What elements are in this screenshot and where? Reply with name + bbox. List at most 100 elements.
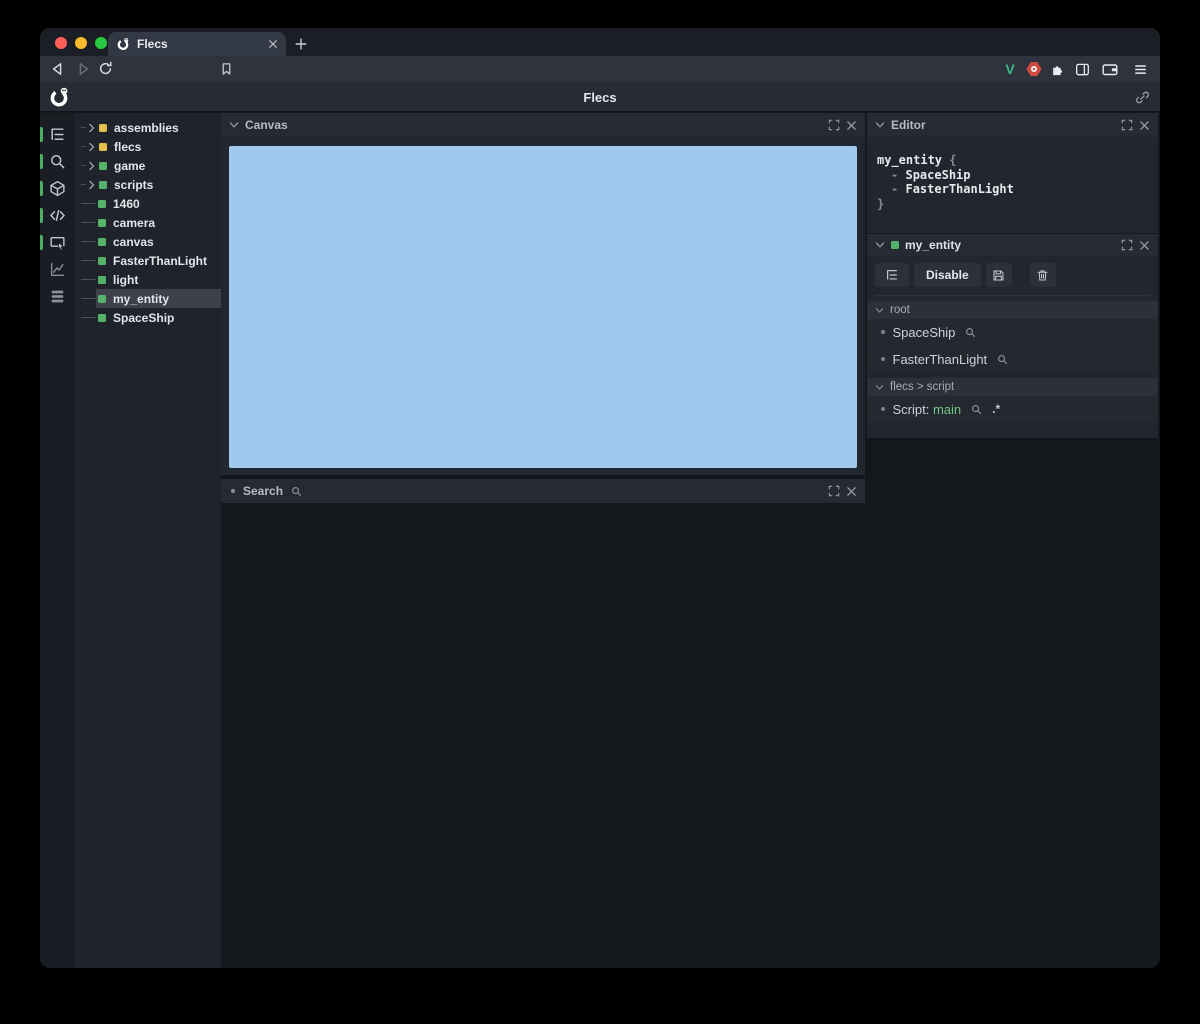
forward-icon[interactable] [75,61,91,77]
chevron-down-icon[interactable] [875,241,885,249]
search-panel-header: Search [221,479,865,503]
extensions-puzzle-icon[interactable] [1050,61,1066,77]
collapsed-dot-icon[interactable] [231,489,235,493]
section-header-flecs-script[interactable]: flecs > script [867,378,1158,396]
close-icon[interactable] [1139,240,1150,251]
tree-item-spaceship[interactable]: SpaceShip [75,308,221,327]
fullscreen-icon[interactable] [1121,119,1133,131]
rail-queries-button[interactable] [40,283,75,310]
component-row-script[interactable]: Script: main .* [867,396,1158,423]
tree-item-label: assemblies [114,120,179,135]
fullscreen-icon[interactable] [828,485,840,497]
fullscreen-icon[interactable] [828,119,840,131]
entity-square [99,161,107,170]
chevron-down-icon[interactable] [875,121,885,129]
fullscreen-icon[interactable] [1121,239,1133,251]
canvas-panel-body [221,137,865,477]
tree-item-canvas[interactable]: canvas [75,232,221,251]
rail-entities-button[interactable] [40,175,75,202]
tree-item-camera[interactable]: camera [75,213,221,232]
tree-item-label: light [113,272,139,287]
chevron-right-icon [89,180,95,189]
render-canvas[interactable] [229,146,857,468]
tree-item-my-entity[interactable]: my_entity [75,289,221,308]
tree-guide [81,260,96,261]
entity-tree: assemblies flecs game scripts 1460 camer… [75,113,221,968]
favicon-flecs-icon [116,37,130,51]
close-icon[interactable] [1139,120,1150,131]
active-pip [40,154,43,169]
reload-icon[interactable] [98,61,113,76]
rail-code-button[interactable] [40,202,75,229]
code-editor[interactable]: my_entity { - SpaceShip - FasterThanLigh… [867,137,1158,211]
tree-item-light[interactable]: light [75,270,221,289]
adblock-icon[interactable] [1026,61,1042,77]
inspector-title: my_entity [905,238,962,252]
delete-button[interactable] [1029,263,1056,287]
entity-square [98,256,106,265]
search-magnifier-icon[interactable] [965,327,976,338]
minimize-window-button[interactable] [75,37,87,49]
tree-item-assemblies[interactable]: assemblies [75,118,221,137]
vue-devtools-icon[interactable]: V [1002,61,1018,77]
tree-guide [81,241,96,242]
chevron-down-icon[interactable] [229,121,239,129]
browser-toolbar: flecs.dev /explorer/?wasm=https://www.fl… [40,56,1160,107]
component-row-spaceship[interactable]: SpaceShip [867,319,1158,346]
tree-guide [81,165,86,166]
menu-icon[interactable] [1132,61,1148,77]
tree-guide [81,146,86,147]
component-label: SpaceShip [892,324,956,340]
chevron-right-icon [89,123,95,132]
back-icon[interactable] [50,61,66,77]
tree-item-flecs[interactable]: flecs [75,137,221,156]
section-title: flecs > script [890,381,955,393]
zoom-window-button[interactable] [95,37,107,49]
component-row-fasterthanlight[interactable]: FasterThanLight [867,346,1158,373]
tab-close-icon[interactable] [268,39,278,49]
tree-view-button[interactable] [875,263,909,287]
tree-item-fasterthanlight[interactable]: FasterThanLight [75,251,221,270]
entity-square [98,218,106,227]
close-icon[interactable] [846,120,857,131]
active-pip [40,127,43,142]
rail-canvas-button[interactable] [40,229,75,256]
editor-panel-header: Editor [867,113,1158,137]
rail-search-button[interactable] [40,148,75,175]
search-magnifier-icon[interactable] [971,404,982,415]
tree-item-game[interactable]: game [75,156,221,175]
canvas-pick-icon [50,237,65,251]
search-magnifier-icon[interactable] [291,486,302,497]
section-header-root[interactable]: root [867,301,1158,319]
new-tab-button[interactable] [290,33,312,55]
tree-item-label: scripts [114,177,154,192]
tree-guide [81,184,86,185]
disable-button[interactable]: Disable [914,263,981,287]
save-button[interactable] [985,263,1012,287]
code-line: - FasterThanLight [891,182,1014,197]
tab-bar: Flecs [40,28,1160,56]
app-title: Flecs [583,89,617,105]
sidebar-icon[interactable] [1074,61,1090,77]
tree-item-scripts[interactable]: scripts [75,175,221,194]
code-icon [50,209,65,222]
link-icon[interactable] [1135,90,1150,105]
bullet-icon [881,357,885,361]
code-line: } [877,196,885,211]
regex-icon[interactable]: .* [992,402,1000,416]
search-magnifier-icon[interactable] [997,354,1008,365]
canvas-panel-header: Canvas [221,113,865,137]
rail-stats-button[interactable] [40,256,75,283]
wallet-icon[interactable] [1102,61,1118,77]
bookmark-icon[interactable] [220,62,233,76]
inspector-header: my_entity [867,234,1158,256]
tree-item-1460[interactable]: 1460 [75,194,221,213]
divider [875,295,1150,296]
active-pip [40,235,43,250]
tree-item-label: canvas [113,234,154,249]
close-icon[interactable] [846,486,857,497]
close-window-button[interactable] [55,37,67,49]
browser-tab[interactable]: Flecs [108,32,286,56]
rail-tree-button[interactable] [40,121,75,148]
cube-icon [50,180,65,197]
